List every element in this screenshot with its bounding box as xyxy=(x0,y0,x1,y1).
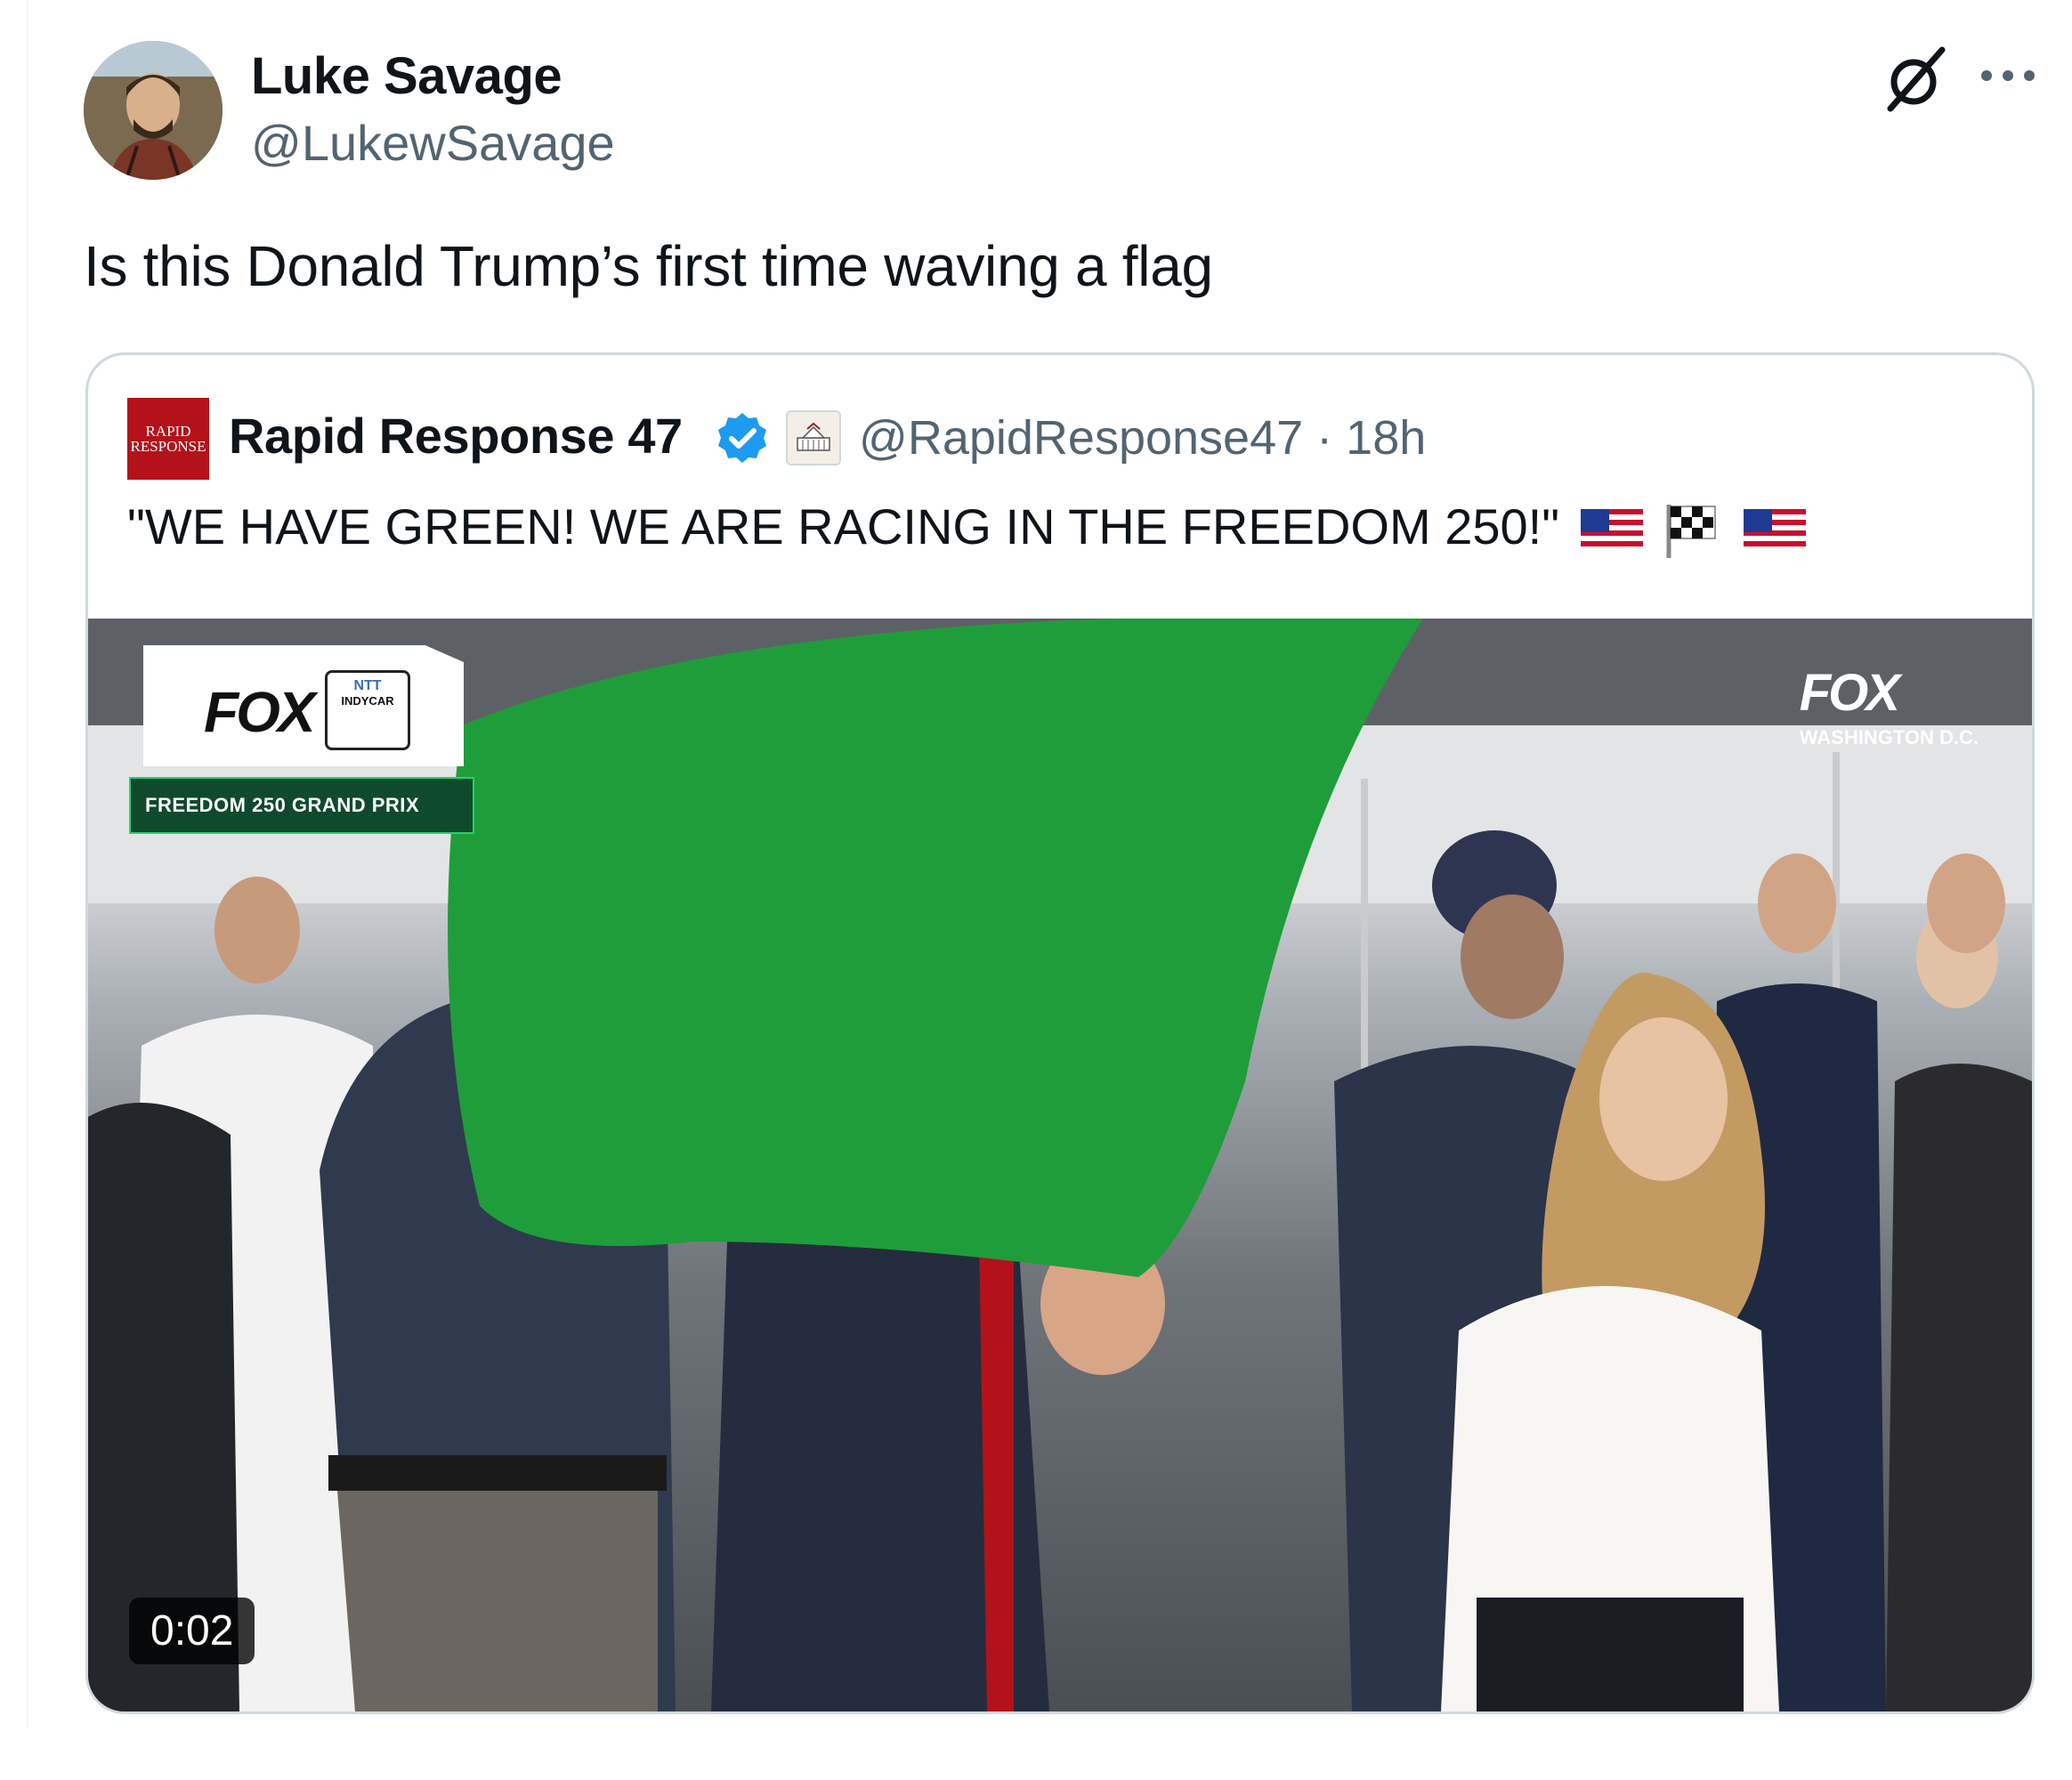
quoted-meta: @RapidResponse47 · 18h xyxy=(859,410,1426,465)
quoted-text: "WE HAVE GREEN! WE ARE RACING IN THE FRE… xyxy=(127,498,1806,560)
quoted-tweet-card[interactable]: RAPID RESPONSE Rapid Response 47 @RapidR… xyxy=(85,352,2035,1714)
us-flag-icon xyxy=(1743,509,1806,553)
video-duration: 0:02 xyxy=(129,1598,255,1664)
quoted-author-name[interactable]: Rapid Response 47 xyxy=(229,407,683,465)
more-dots-icon[interactable] xyxy=(1974,53,2042,98)
verified-badge-icon[interactable] xyxy=(715,410,770,465)
video-player[interactable]: FOX NTT INDYCAR FREEDOM 250 GRAND PRIX F… xyxy=(88,619,2032,1711)
grok-slash-icon[interactable] xyxy=(1880,43,1951,114)
quoted-author-handle[interactable]: @RapidResponse47 xyxy=(859,411,1303,465)
indycar-label: INDYCAR xyxy=(341,694,394,708)
author-handle[interactable]: @LukewSavage xyxy=(251,114,615,172)
author-avatar[interactable] xyxy=(84,41,223,180)
fox-logo: FOX xyxy=(204,680,316,744)
quoted-text-body: "WE HAVE GREEN! WE ARE RACING IN THE FRE… xyxy=(127,498,1560,554)
fox-dc-bug: FOX WASHINGTON D.C. xyxy=(1800,663,1979,749)
white-house-affiliation-icon[interactable] xyxy=(786,410,841,465)
timeline-divider xyxy=(27,0,28,1728)
author-name[interactable]: Luke Savage xyxy=(251,46,563,106)
location-label: WASHINGTON D.C. xyxy=(1799,726,1979,748)
event-banner: FREEDOM 250 GRAND PRIX xyxy=(129,777,474,834)
tweet-text: Is this Donald Trump’s first time waving… xyxy=(84,234,1213,298)
indycar-logo: NTT INDYCAR xyxy=(325,670,410,750)
avatar-text-line-2: RESPONSE xyxy=(130,438,206,455)
fox-corner-logo: FOX xyxy=(1799,664,1900,722)
us-flag-icon xyxy=(1580,509,1643,553)
ntt-label: NTT xyxy=(353,678,382,693)
meta-separator: · xyxy=(1316,411,1333,465)
checkered-flag-icon xyxy=(1666,505,1716,559)
avatar-text-line-1: RAPID xyxy=(145,423,191,440)
quoted-timestamp[interactable]: 18h xyxy=(1346,411,1426,465)
fox-indycar-bug: FOX NTT INDYCAR xyxy=(143,645,464,766)
quoted-author-avatar[interactable]: RAPID RESPONSE xyxy=(127,398,209,480)
